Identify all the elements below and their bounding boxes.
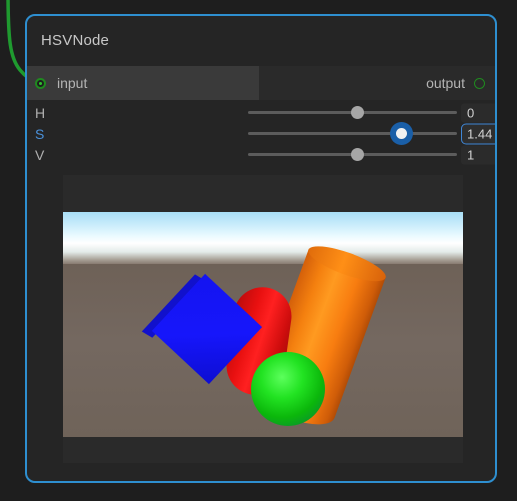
green-sphere-shape [251, 352, 325, 426]
render-preview-panel[interactable] [63, 175, 463, 463]
render-image [63, 212, 463, 437]
output-port-row[interactable]: output [259, 66, 495, 100]
param-row-v: V 1 [27, 144, 495, 165]
param-value-input-v[interactable]: 1 [461, 145, 495, 164]
parameter-sliders: H 0 S 1.44 V 1 [27, 100, 495, 165]
param-slider-s[interactable] [55, 123, 475, 144]
param-slider-h[interactable] [55, 102, 475, 123]
param-label-s: S [35, 125, 45, 142]
param-label-h: H [35, 104, 46, 121]
slider-track-s[interactable] [248, 132, 457, 135]
param-row-h: H 0 [27, 102, 495, 123]
output-port-icon[interactable] [474, 77, 485, 89]
hsv-node[interactable]: HSVNode input output H 0 S 1.44 V 1 [25, 14, 497, 483]
node-graph-canvas[interactable]: HSVNode input output H 0 S 1.44 V 1 [0, 0, 517, 501]
param-slider-v[interactable] [55, 144, 475, 165]
param-label-v: V [35, 146, 45, 163]
sky-gradient [63, 212, 463, 266]
input-port-label: input [57, 75, 88, 91]
param-row-s: S 1.44 [27, 123, 495, 144]
input-port-icon[interactable] [35, 77, 46, 89]
slider-knob-v[interactable] [350, 148, 364, 161]
param-value-input-h[interactable]: 0 [461, 103, 495, 122]
param-value-input-s[interactable]: 1.44 [461, 123, 495, 144]
slider-knob-h[interactable] [350, 106, 364, 119]
input-port-row[interactable]: input [27, 66, 259, 100]
slider-knob-s[interactable] [395, 128, 407, 139]
node-title: HSVNode [41, 32, 110, 49]
output-port-label: output [426, 75, 465, 91]
node-ports-row: input output [27, 66, 495, 100]
